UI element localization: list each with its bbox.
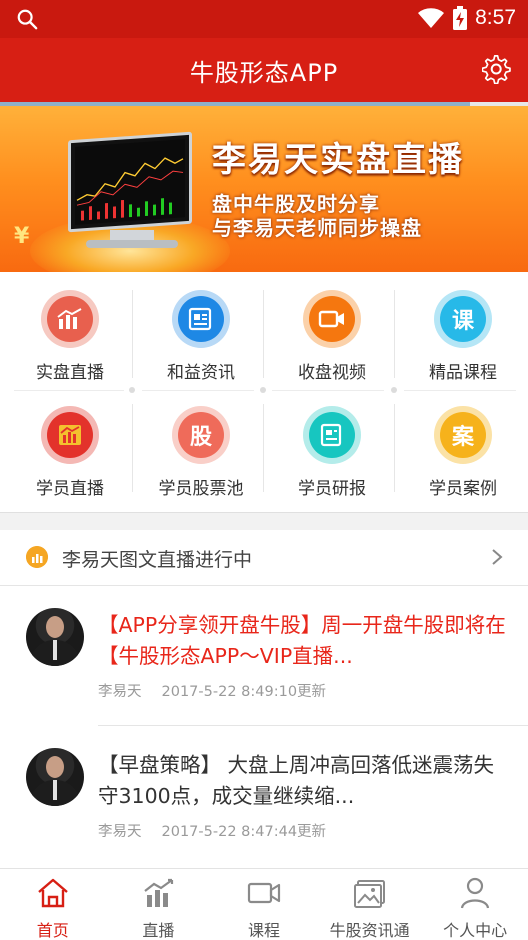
yen-symbol: ¥ — [14, 224, 30, 249]
menu-item-student-case[interactable]: 案 学员案例 — [397, 388, 528, 504]
menu-item-student-live[interactable]: 学员直播 — [4, 388, 136, 504]
tab-label: 牛股资讯通 — [329, 921, 410, 940]
tab-label: 课程 — [247, 921, 280, 940]
research-report-icon — [309, 412, 355, 458]
feed-item-text: 【APP分享领开盘牛股】周一开盘牛股即将在【牛股形态APP～VIP直播... — [98, 613, 506, 668]
feed-item-meta: 李易天 2017-5-22 8:47:44更新 — [98, 820, 326, 841]
tab-course[interactable]: 课程 — [211, 869, 317, 940]
stock-pool-icon: 股 — [178, 412, 224, 458]
menu-item-research-report[interactable]: 学员研报 — [266, 388, 398, 504]
menu-item-premium-course[interactable]: 课 精品课程 — [397, 272, 528, 388]
feed-item-author: 李易天 — [98, 824, 142, 840]
menu-label: 和益资讯 — [167, 363, 235, 383]
menu-item-closing-video[interactable]: 收盘视频 — [266, 272, 398, 388]
student-live-icon — [47, 412, 93, 458]
course-icon: 课 — [440, 296, 486, 342]
wifi-icon — [418, 8, 445, 28]
person-icon — [461, 877, 490, 909]
menu-label: 学员案例 — [429, 479, 497, 499]
status-icons: 8:57 — [417, 6, 516, 30]
live-header[interactable]: 李易天图文直播进行中 — [0, 530, 528, 586]
feed-item-time: 2017-5-22 8:49:10更新 — [161, 684, 327, 700]
tab-stock-news[interactable]: 牛股资讯通 — [317, 869, 423, 940]
tab-live[interactable]: 直播 — [106, 869, 212, 940]
feed-item-author: 李易天 — [98, 684, 142, 700]
promo-banner[interactable]: ¥ 李易天实盘直播 盘中牛股及时分享 与李易天老师同步操盘 — [0, 106, 528, 272]
home-icon — [38, 878, 68, 908]
page-title: 牛股形态APP — [189, 59, 339, 87]
avatar — [26, 748, 84, 806]
feature-grid: 实盘直播 和益资讯 收盘视频 课 精品课程 学员直播 股 学员股票池 学员研报 … — [0, 272, 528, 512]
menu-label: 精品课程 — [429, 363, 497, 383]
feed-item-text: 【早盘策略】 大盘上周冲高回落低迷震荡失守3100点，成交量继续缩... — [98, 753, 495, 808]
monitor-illustration — [68, 131, 192, 233]
menu-label: 学员研报 — [298, 479, 366, 499]
menu-label: 学员股票池 — [158, 479, 244, 499]
case-icon: 案 — [440, 412, 486, 458]
live-chart-icon — [143, 878, 173, 907]
avatar — [26, 608, 84, 666]
menu-item-news[interactable]: 和益资讯 — [135, 272, 267, 388]
banner-subline-2: 与李易天老师同步操盘 — [212, 216, 422, 240]
tab-label: 首页 — [36, 921, 69, 940]
chart-bars-icon — [47, 296, 93, 342]
feed-item-time: 2017-5-22 8:47:44更新 — [161, 824, 327, 840]
gear-icon[interactable] — [482, 54, 512, 84]
tab-home[interactable]: 首页 — [0, 869, 106, 940]
menu-item-stock-pool[interactable]: 股 学员股票池 — [135, 388, 267, 504]
feed-item-meta: 李易天 2017-5-22 8:49:10更新 — [98, 680, 326, 701]
video-camera-icon — [309, 296, 355, 342]
tab-profile[interactable]: 个人中心 — [422, 869, 528, 940]
menu-item-live-trading[interactable]: 实盘直播 — [4, 272, 136, 388]
feed-item[interactable]: 【APP分享领开盘牛股】周一开盘牛股即将在【牛股形态APP～VIP直播... 李… — [0, 586, 528, 726]
search-icon[interactable] — [16, 8, 38, 30]
menu-label: 学员直播 — [36, 479, 104, 499]
video-icon — [248, 882, 281, 904]
live-header-title: 李易天图文直播进行中 — [62, 549, 253, 571]
news-icon — [178, 296, 224, 342]
battery-charging-icon — [453, 6, 468, 30]
tab-label: 直播 — [142, 921, 175, 940]
clock: 8:57 — [475, 6, 516, 29]
status-bar: 8:57 — [0, 0, 528, 38]
menu-label: 收盘视频 — [298, 363, 366, 383]
section-gap — [0, 512, 528, 530]
app-header: 牛股形态APP — [0, 38, 528, 102]
menu-label: 实盘直播 — [36, 363, 104, 383]
chevron-right-icon — [492, 549, 503, 565]
tab-label: 个人中心 — [443, 921, 508, 940]
picture-news-icon — [353, 880, 385, 908]
live-chart-badge-icon — [26, 546, 48, 568]
feed-item[interactable]: 【早盘策略】 大盘上周冲高回落低迷震荡失守3100点，成交量继续缩... 李易天… — [0, 726, 528, 866]
bottom-navigation: 首页 直播 课程 牛股资讯通 个人中心 — [0, 868, 528, 940]
banner-headline: 李易天实盘直播 — [212, 140, 464, 180]
